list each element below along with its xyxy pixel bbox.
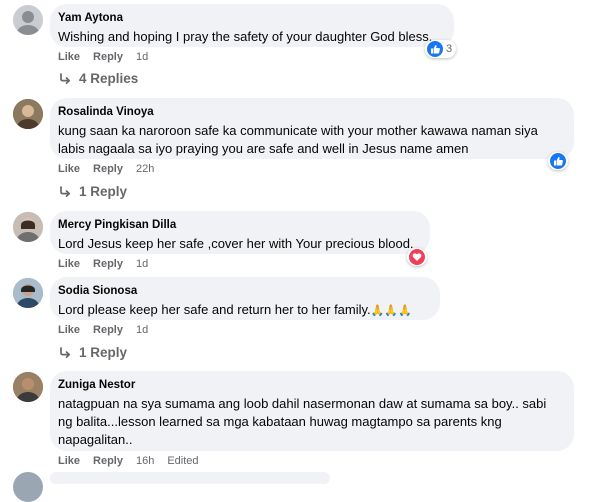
view-replies-button[interactable]: 1 Reply xyxy=(59,184,127,199)
comment-bubble: Sodia Sionosa Lord please keep her safe … xyxy=(50,277,440,320)
comment-text: Wishing and hoping I pray the safety of … xyxy=(58,29,433,44)
timestamp[interactable]: 16h xyxy=(136,455,154,467)
comment-actions: Like Reply 22h xyxy=(58,163,167,175)
comment-text-body: Lord please keep her safe and return her… xyxy=(58,302,371,317)
reply-arrow-icon xyxy=(60,185,71,197)
replies-label: 4 Replies xyxy=(79,71,139,86)
comment-bubble: Rosalinda Vinoya kung saan ka naroroon s… xyxy=(50,98,574,159)
reaction-count: 3 xyxy=(446,43,453,55)
heart-icon xyxy=(409,249,425,265)
replies-label: 1 Reply xyxy=(79,184,128,199)
comment-bubble: Zuniga Nestor natagpuan na sya sumama an… xyxy=(50,371,574,451)
like-button[interactable]: Like xyxy=(58,163,80,175)
reply-arrow-icon xyxy=(60,72,71,84)
comment-text: kung saan ka naroroon safe ka communicat… xyxy=(58,123,538,156)
comment-author[interactable]: Zuniga Nestor xyxy=(58,378,562,392)
comment-author[interactable]: Sodia Sionosa xyxy=(58,284,428,298)
comment-actions: Like Reply 1d xyxy=(58,324,161,336)
timestamp[interactable]: 1d xyxy=(136,258,148,270)
reply-button[interactable]: Reply xyxy=(93,324,123,336)
avatar[interactable] xyxy=(13,472,43,502)
reaction-summary[interactable] xyxy=(407,248,427,266)
comment-bubble: Mercy Pingkisan Dilla Lord Jesus keep he… xyxy=(50,211,430,254)
next-comment-bubble-partial xyxy=(50,472,330,484)
avatar[interactable] xyxy=(13,372,43,402)
comment-actions: Like Reply 16h Edited xyxy=(58,455,212,467)
comment-text: Lord Jesus keep her safe ,cover her with… xyxy=(58,236,414,251)
comment-text: natagpuan na sya sumama ang loob dahil n… xyxy=(58,396,547,447)
view-replies-button[interactable]: 4 Replies xyxy=(59,71,138,86)
comment-text: Lord please keep her safe and return her… xyxy=(58,301,428,320)
view-replies-button[interactable]: 1 Reply xyxy=(59,345,127,360)
like-button[interactable]: Like xyxy=(58,324,80,336)
comment-author[interactable]: Rosalinda Vinoya xyxy=(58,105,562,119)
like-button[interactable]: Like xyxy=(58,51,80,63)
comment-author[interactable]: Mercy Pingkisan Dilla xyxy=(58,218,418,232)
reply-button[interactable]: Reply xyxy=(93,455,123,467)
reply-button[interactable]: Reply xyxy=(93,163,123,175)
avatar[interactable] xyxy=(13,212,43,242)
comment-actions: Like Reply 1d xyxy=(58,51,161,63)
reply-button[interactable]: Reply xyxy=(93,258,123,270)
reply-arrow-icon xyxy=(60,346,71,358)
reaction-summary[interactable]: 3 xyxy=(425,40,457,58)
edited-label: Edited xyxy=(167,455,199,467)
timestamp[interactable]: 22h xyxy=(136,163,154,175)
like-icon xyxy=(550,153,566,169)
comment-actions: Like Reply 1d xyxy=(58,258,161,270)
like-icon xyxy=(427,41,443,57)
replies-label: 1 Reply xyxy=(79,345,128,360)
avatar[interactable] xyxy=(13,99,43,129)
avatar[interactable] xyxy=(13,278,43,308)
avatar[interactable] xyxy=(13,5,43,35)
praying-hands-emoji: 🙏🙏🙏 xyxy=(370,305,412,317)
reaction-summary[interactable] xyxy=(548,152,568,170)
comment-bubble: Yam Aytona Wishing and hoping I pray the… xyxy=(50,4,454,47)
timestamp[interactable]: 1d xyxy=(136,324,148,336)
comment-author[interactable]: Yam Aytona xyxy=(58,11,442,25)
timestamp[interactable]: 1d xyxy=(136,51,148,63)
like-button[interactable]: Like xyxy=(58,455,80,467)
like-button[interactable]: Like xyxy=(58,258,80,270)
reply-button[interactable]: Reply xyxy=(93,51,123,63)
